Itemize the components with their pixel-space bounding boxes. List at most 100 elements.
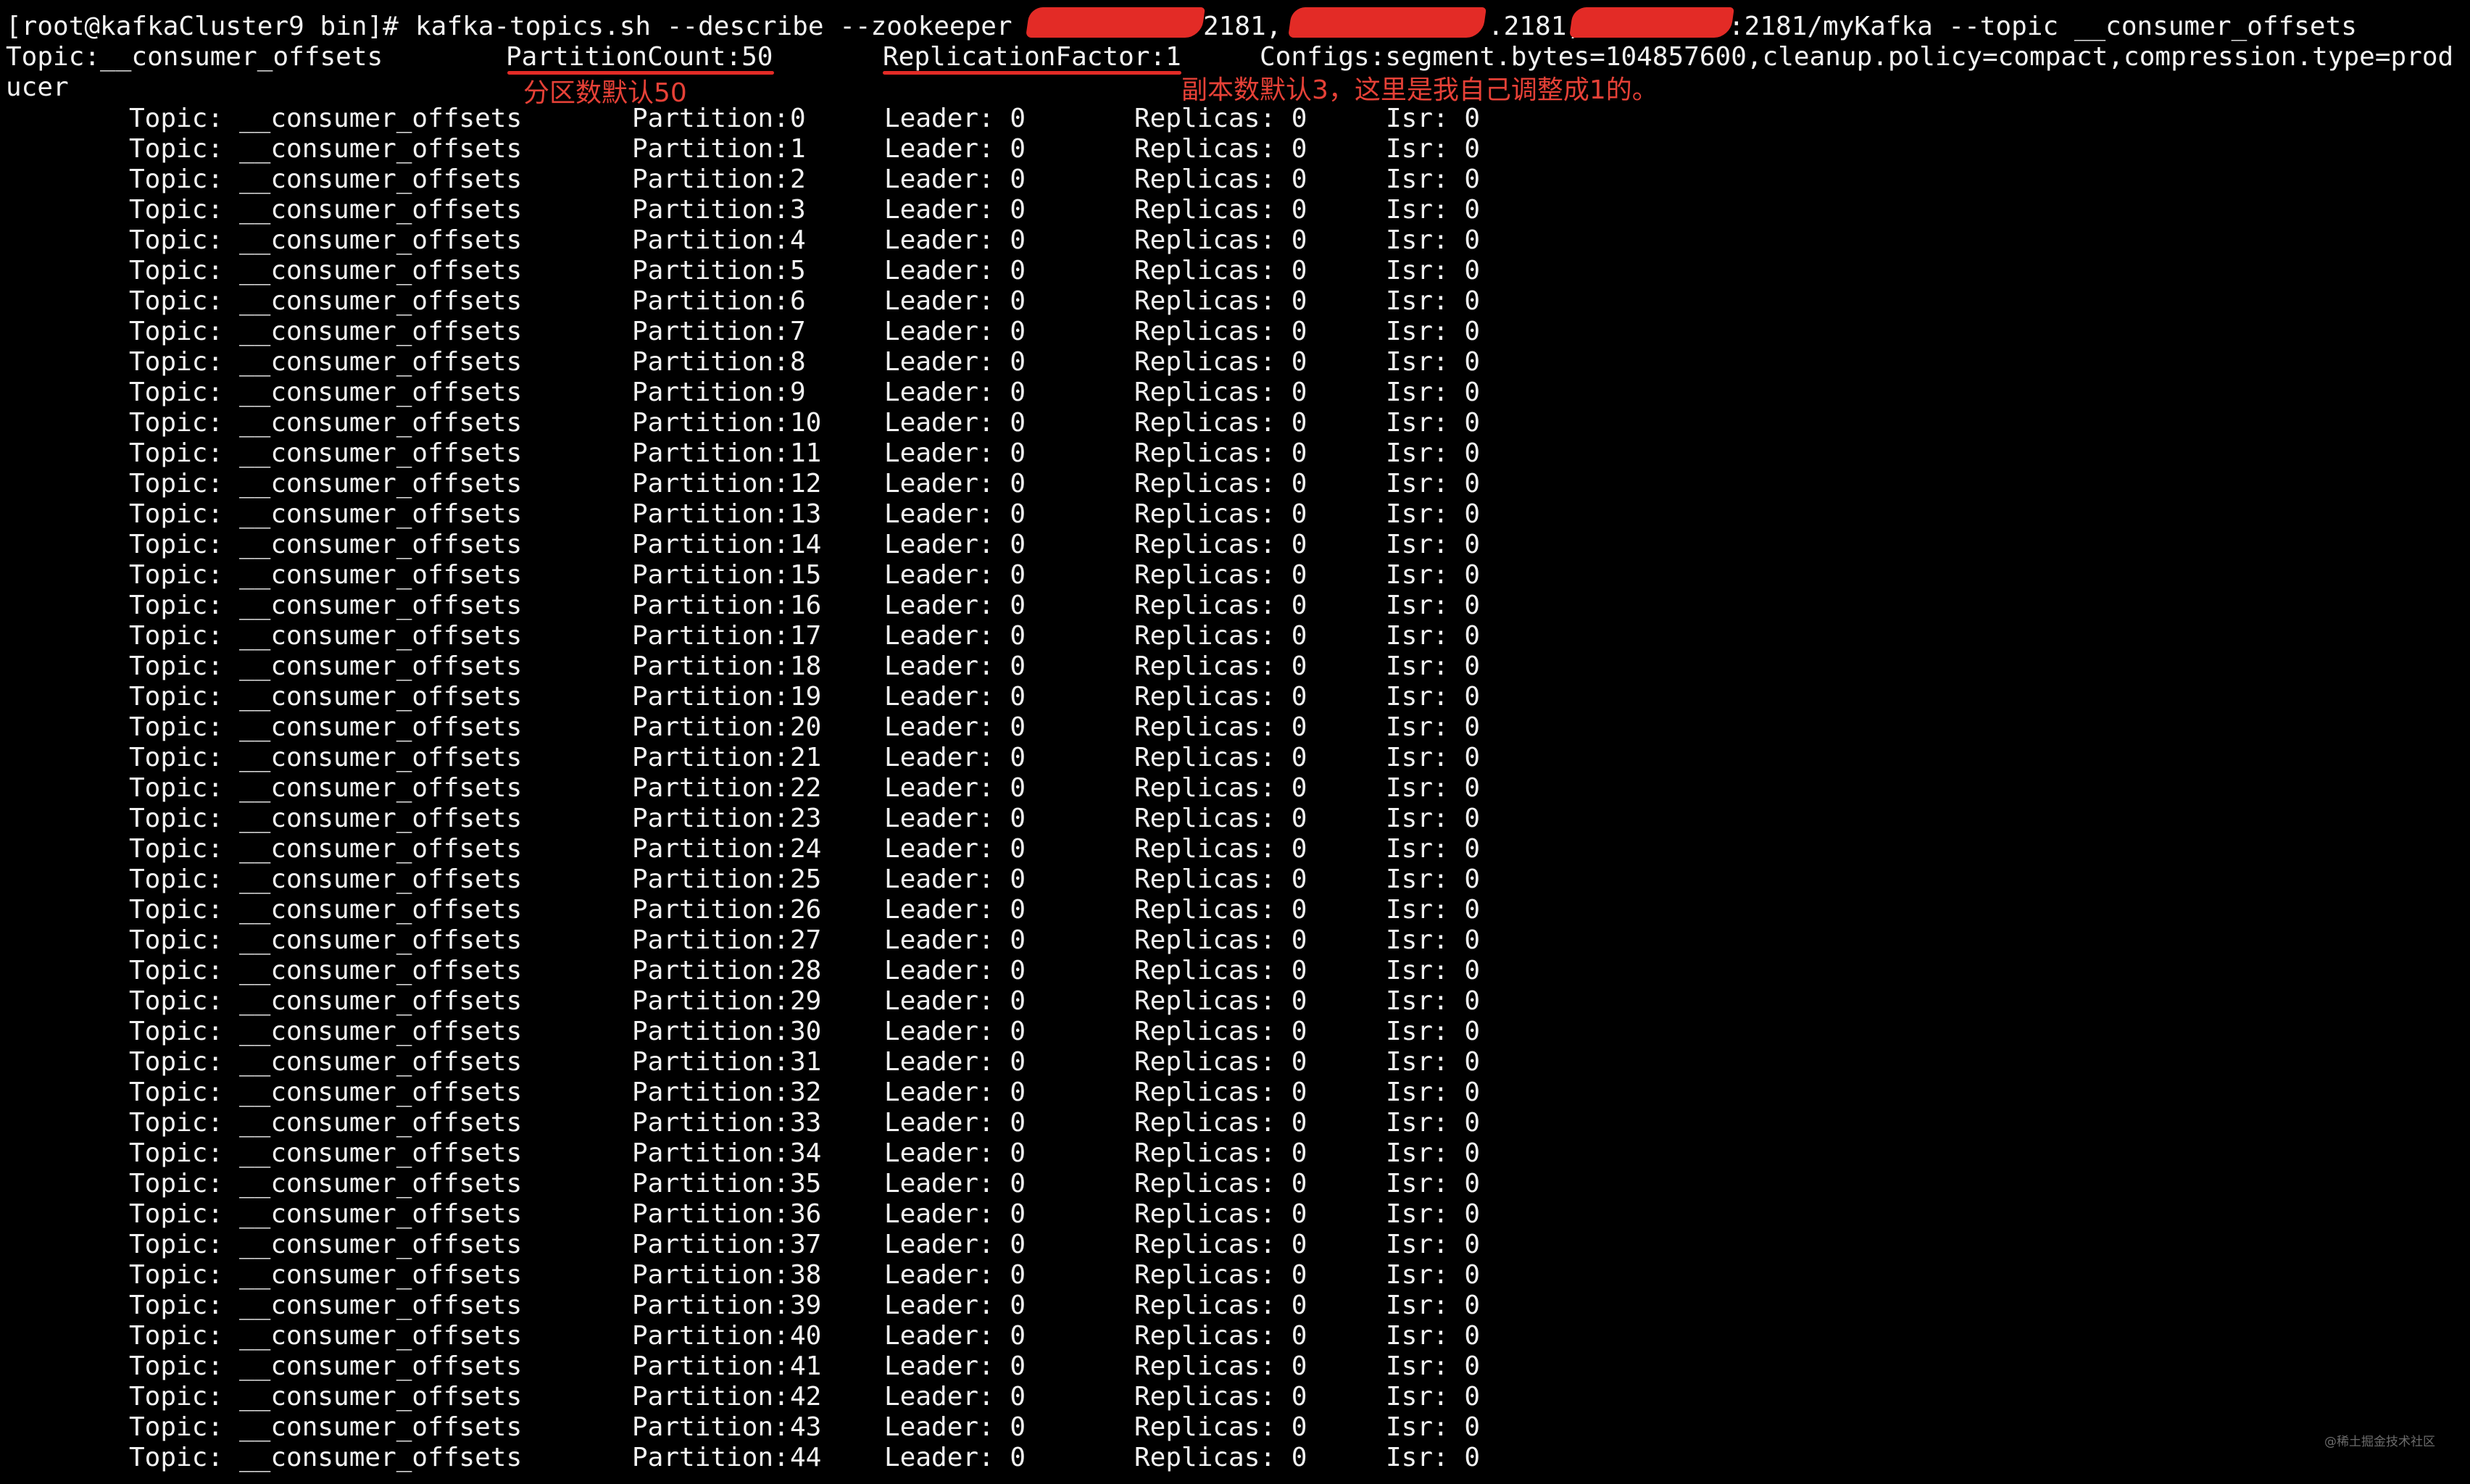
row-replicas: Replicas: 0 [1134,1169,1307,1199]
row-partition-label: Partition: [632,378,789,407]
row-topic-label: Topic: [129,1047,224,1077]
row-partition-label: Partition: [632,895,789,925]
row-partition-number: 38 [790,1260,822,1290]
row-topic-value: __consumer_offsets [239,317,523,346]
row-topic-value: __consumer_offsets [239,1077,523,1107]
row-topic-value: __consumer_offsets [239,104,523,133]
row-topic-label: Topic: [129,682,224,712]
row-replicas: Replicas: 0 [1134,378,1307,407]
row-leader: Leader: 0 [884,864,1026,894]
row-isr: Isr: 0 [1386,408,1481,438]
row-isr: Isr: 0 [1386,104,1481,133]
row-topic-label: Topic: [129,956,224,985]
row-leader: Leader: 0 [884,743,1026,772]
row-isr: Isr: 0 [1386,1321,1481,1351]
row-topic-label: Topic: [129,1260,224,1290]
row-partition-label: Partition: [632,1017,789,1046]
row-partition-label: Partition: [632,134,789,164]
row-isr: Isr: 0 [1386,743,1481,772]
row-topic-label: Topic: [129,743,224,772]
row-leader: Leader: 0 [884,712,1026,742]
row-partition-label: Partition: [632,1230,789,1259]
row-topic-label: Topic: [129,256,224,285]
row-topic-label: Topic: [129,1017,224,1046]
row-replicas: Replicas: 0 [1134,1230,1307,1259]
row-isr: Isr: 0 [1386,317,1481,346]
row-topic-value: __consumer_offsets [239,1047,523,1077]
row-replicas: Replicas: 0 [1134,317,1307,346]
row-topic-label: Topic: [129,1230,224,1259]
row-isr: Isr: 0 [1386,164,1481,194]
row-leader: Leader: 0 [884,1230,1026,1259]
row-topic-value: __consumer_offsets [239,560,523,590]
row-isr: Isr: 0 [1386,438,1481,468]
row-partition-number: 9 [790,378,806,407]
row-isr: Isr: 0 [1386,1199,1481,1229]
row-partition-number: 17 [790,621,822,651]
row-topic-label: Topic: [129,1199,224,1229]
terminal-window[interactable]: [root@kafkaCluster9 bin]# kafka-topics.s… [0,0,2470,1484]
row-replicas: Replicas: 0 [1134,773,1307,803]
row-partition-label: Partition: [632,651,789,681]
row-replicas: Replicas: 0 [1134,1077,1307,1107]
row-isr: Isr: 0 [1386,378,1481,407]
summary-partition-count: PartitionCount:50 [506,42,773,72]
row-topic-label: Topic: [129,1169,224,1199]
row-isr: Isr: 0 [1386,1138,1481,1168]
row-partition-label: Partition: [632,104,789,133]
row-partition-label: Partition: [632,560,789,590]
row-topic-value: __consumer_offsets [239,256,523,285]
summary-wrap-line: ucer [6,72,69,164]
row-topic-value: __consumer_offsets [239,499,523,529]
row-replicas: Replicas: 0 [1134,347,1307,377]
row-topic-value: __consumer_offsets [239,286,523,316]
row-replicas: Replicas: 0 [1134,1260,1307,1290]
row-partition-number: 36 [790,1199,822,1229]
row-isr: Isr: 0 [1386,651,1481,681]
row-leader: Leader: 0 [884,408,1026,438]
row-partition-label: Partition: [632,1138,789,1168]
row-partition-label: Partition: [632,925,789,955]
row-partition-number: 6 [790,286,806,316]
row-topic-label: Topic: [129,378,224,407]
row-topic-label: Topic: [129,1077,224,1107]
row-topic-label: Topic: [129,1321,224,1351]
row-replicas: Replicas: 0 [1134,530,1307,559]
row-topic-value: __consumer_offsets [239,378,523,407]
row-partition-label: Partition: [632,864,789,894]
row-leader: Leader: 0 [884,986,1026,1016]
row-partition-number: 29 [790,986,822,1016]
row-partition-number: 25 [790,864,822,894]
row-topic-label: Topic: [129,1443,224,1472]
row-topic-value: __consumer_offsets [239,195,523,225]
row-partition-number: 15 [790,560,822,590]
row-partition-label: Partition: [632,743,789,772]
row-partition-number: 2 [790,164,806,194]
row-partition-label: Partition: [632,1169,789,1199]
row-leader: Leader: 0 [884,317,1026,346]
row-partition-label: Partition: [632,195,789,225]
row-leader: Leader: 0 [884,895,1026,925]
row-replicas: Replicas: 0 [1134,591,1307,620]
row-leader: Leader: 0 [884,195,1026,225]
row-isr: Isr: 0 [1386,773,1481,803]
row-leader: Leader: 0 [884,804,1026,833]
row-partition-label: Partition: [632,1108,789,1138]
row-topic-label: Topic: [129,651,224,681]
row-replicas: Replicas: 0 [1134,864,1307,894]
row-topic-label: Topic: [129,286,224,316]
row-topic-value: __consumer_offsets [239,530,523,559]
row-partition-label: Partition: [632,986,789,1016]
row-replicas: Replicas: 0 [1134,956,1307,985]
row-leader: Leader: 0 [884,651,1026,681]
row-partition-label: Partition: [632,530,789,559]
row-topic-value: __consumer_offsets [239,1169,523,1199]
row-topic-value: __consumer_offsets [239,956,523,985]
row-replicas: Replicas: 0 [1134,1321,1307,1351]
row-isr: Isr: 0 [1386,1169,1481,1199]
command-host1-tail: 2181, [1203,12,1282,41]
row-partition-label: Partition: [632,1351,789,1381]
row-isr: Isr: 0 [1386,469,1481,499]
row-topic-value: __consumer_offsets [239,925,523,955]
row-isr: Isr: 0 [1386,1443,1481,1472]
